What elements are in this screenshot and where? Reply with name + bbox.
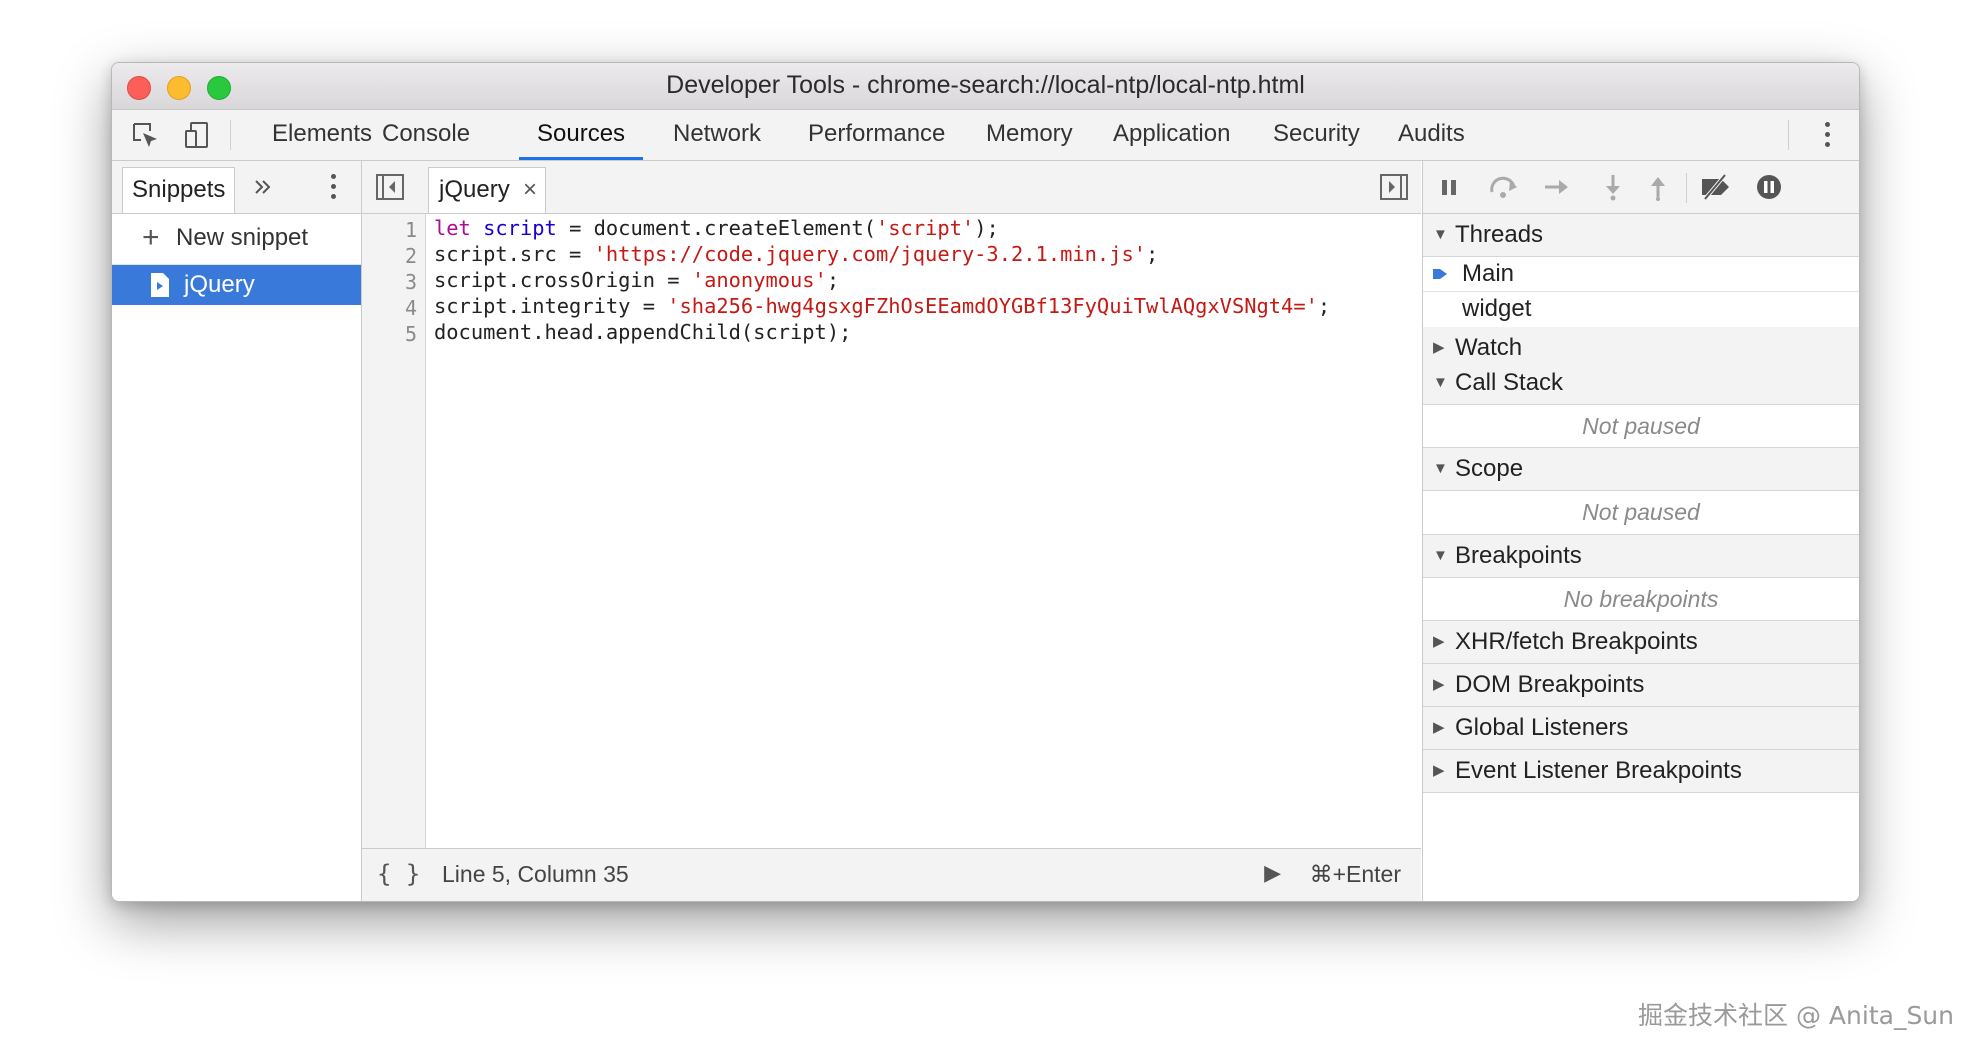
call-stack-empty-message: Not paused — [1423, 405, 1859, 448]
line-number: 3 — [404, 270, 417, 294]
event-listener-breakpoints-section-header[interactable]: ▶ Event Listener Breakpoints — [1423, 750, 1859, 793]
threads-section-header[interactable]: ▼ Threads — [1423, 214, 1859, 257]
line-number: 1 — [404, 218, 417, 242]
title-bar: Developer Tools - chrome-search://local-… — [112, 63, 1859, 110]
new-snippet-label: New snippet — [176, 224, 309, 251]
new-snippet-button[interactable]: + New snippet — [112, 214, 361, 265]
thread-label: Main — [1462, 260, 1515, 287]
device-toolbar-icon[interactable] — [182, 120, 212, 150]
section-title: Event Listener Breakpoints — [1455, 757, 1742, 784]
toolbar-separator — [230, 120, 231, 150]
pretty-print-icon[interactable]: { } — [377, 860, 420, 888]
navigator-menu-icon[interactable] — [329, 174, 337, 202]
scope-section-header[interactable]: ▼ Scope — [1423, 448, 1859, 491]
section-title: Call Stack — [1455, 369, 1564, 396]
step-out-icon[interactable] — [1646, 173, 1670, 201]
tab-memory[interactable]: Memory — [968, 110, 1091, 160]
tab-application[interactable]: Application — [1095, 110, 1248, 160]
snippet-item-jquery[interactable]: jQuery — [112, 265, 361, 305]
breakpoints-empty-message: No breakpoints — [1423, 578, 1859, 621]
tab-performance[interactable]: Performance — [790, 110, 963, 160]
navigator-pane: Snippets + New snippet jQuery — [112, 161, 362, 901]
step-icon[interactable] — [1543, 175, 1571, 199]
section-title: DOM Breakpoints — [1455, 671, 1645, 698]
collapse-arrow-icon: ▶ — [1433, 676, 1445, 693]
run-shortcut-label: ⌘+Enter — [1309, 861, 1401, 887]
debugger-sidebar: ▼ Threads Main widget ▶ Watch ▼ Call Sta… — [1422, 161, 1859, 901]
tab-snippets[interactable]: Snippets — [122, 167, 236, 213]
editor-status-bar: { } Line 5, Column 35 ▶ ⌘+Enter — [362, 848, 1421, 901]
editor-tab-bar: jQuery × — [362, 161, 1421, 214]
expand-arrow-icon: ▼ — [1433, 374, 1448, 391]
tab-console[interactable]: Console — [364, 110, 488, 160]
main-toolbar: Elements Console Sources Network Perform… — [112, 110, 1859, 161]
global-listeners-section-header[interactable]: ▶ Global Listeners — [1423, 707, 1859, 750]
step-over-icon[interactable] — [1489, 175, 1519, 199]
collapse-arrow-icon: ▶ — [1433, 633, 1445, 650]
toggle-navigator-icon[interactable] — [376, 174, 404, 200]
expand-arrow-icon: ▼ — [1433, 226, 1448, 243]
more-tabs-icon[interactable] — [252, 176, 274, 198]
pause-on-exceptions-icon[interactable] — [1755, 173, 1783, 201]
thread-label: widget — [1462, 295, 1532, 322]
play-icon: ▶ — [1264, 860, 1281, 885]
inspect-element-icon[interactable] — [130, 120, 160, 150]
navigator-header: Snippets — [112, 161, 361, 214]
customize-menu-icon[interactable] — [1823, 122, 1831, 150]
toggle-debugger-icon[interactable] — [1380, 174, 1408, 200]
section-title: Scope — [1455, 455, 1524, 482]
file-tab-jquery[interactable]: jQuery × — [428, 167, 546, 213]
thread-item-widget[interactable]: widget — [1423, 292, 1859, 326]
line-number-gutter: 1 2 3 4 5 — [362, 214, 426, 849]
code-line: let script = document.createElement('scr… — [434, 216, 999, 240]
cursor-position: Line 5, Column 35 — [442, 861, 629, 887]
line-number: 2 — [404, 244, 417, 268]
section-title: Threads — [1455, 221, 1544, 248]
pause-icon[interactable] — [1437, 175, 1461, 199]
dom-breakpoints-section-header[interactable]: ▶ DOM Breakpoints — [1423, 664, 1859, 707]
debugger-toolbar — [1423, 161, 1859, 214]
code-line: script.src = 'https://code.jquery.com/jq… — [434, 242, 1159, 266]
section-title: Breakpoints — [1455, 542, 1582, 569]
collapse-arrow-icon: ▶ — [1433, 719, 1445, 736]
line-number: 5 — [404, 322, 417, 346]
toolbar-separator — [1686, 173, 1687, 203]
file-tab-label: jQuery — [439, 176, 510, 203]
editor-pane: jQuery × 1 2 3 4 5 let script = document… — [362, 161, 1421, 901]
step-into-icon[interactable] — [1601, 173, 1625, 201]
devtools-window: Developer Tools - chrome-search://local-… — [111, 62, 1860, 902]
code-line: script.crossOrigin = 'anonymous'; — [434, 268, 840, 292]
section-title: Global Listeners — [1455, 714, 1629, 741]
watermark: 掘金技术社区 @ Anita_Sun — [1638, 1001, 1954, 1030]
call-stack-section-header[interactable]: ▼ Call Stack — [1423, 362, 1859, 405]
line-number: 4 — [404, 296, 417, 320]
tab-sources[interactable]: Sources — [519, 110, 644, 160]
code-line: document.head.appendChild(script); — [434, 320, 852, 344]
snippet-file-icon — [151, 273, 169, 297]
expand-arrow-icon: ▼ — [1433, 460, 1448, 477]
collapse-arrow-icon: ▶ — [1433, 762, 1445, 779]
tab-audits[interactable]: Audits — [1380, 110, 1483, 160]
section-title: XHR/fetch Breakpoints — [1455, 628, 1698, 655]
thread-item-main[interactable]: Main — [1423, 257, 1859, 292]
current-thread-arrow-icon — [1433, 269, 1447, 279]
plus-icon: + — [142, 221, 160, 254]
close-tab-icon[interactable]: × — [523, 168, 537, 212]
toolbar-separator — [1788, 120, 1789, 150]
xhr-breakpoints-section-header[interactable]: ▶ XHR/fetch Breakpoints — [1423, 621, 1859, 664]
code-line: script.integrity = 'sha256-hwg4gsxgFZhOs… — [434, 294, 1331, 318]
scope-empty-message: Not paused — [1423, 491, 1859, 535]
tab-network[interactable]: Network — [655, 110, 779, 160]
snippet-item-label: jQuery — [184, 271, 255, 298]
tab-security[interactable]: Security — [1255, 110, 1378, 160]
expand-arrow-icon: ▼ — [1433, 547, 1448, 564]
deactivate-breakpoints-icon[interactable] — [1699, 173, 1733, 201]
breakpoints-section-header[interactable]: ▼ Breakpoints — [1423, 535, 1859, 578]
window-title: Developer Tools - chrome-search://local-… — [666, 71, 1305, 99]
